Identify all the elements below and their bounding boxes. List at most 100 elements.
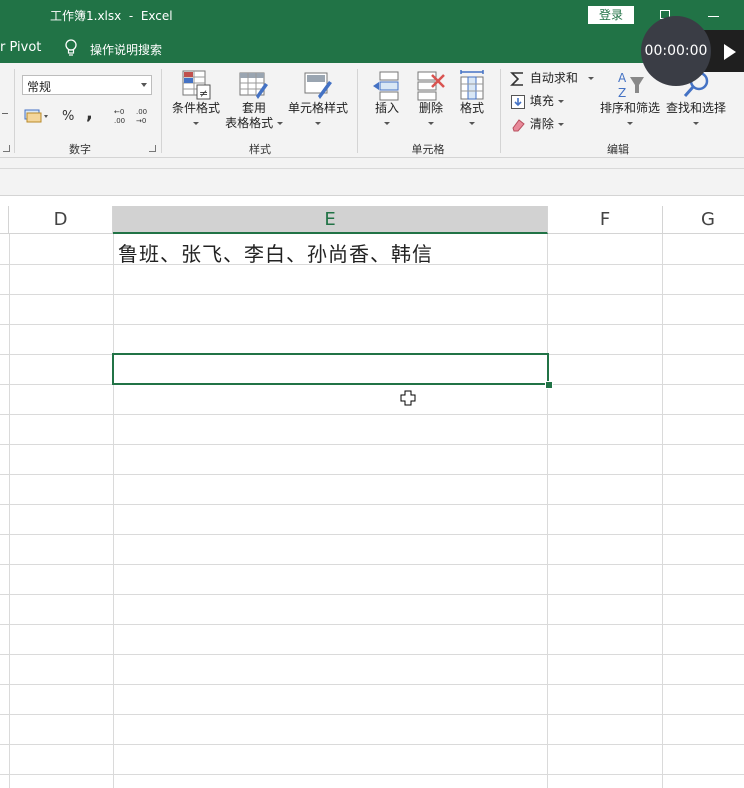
column-header-e[interactable]: E [113, 206, 548, 234]
autosum-button[interactable]: 自动求和 [510, 69, 594, 89]
gridline-horizontal [0, 534, 744, 535]
gridline-horizontal [0, 474, 744, 475]
play-icon[interactable] [724, 44, 736, 60]
caret-down-icon [276, 122, 283, 125]
gridline-horizontal [0, 714, 744, 715]
currency-format-icon[interactable] [24, 107, 50, 125]
gridline-horizontal [0, 594, 744, 595]
insert-label: 插入 [374, 101, 399, 115]
format-label: 格式 [459, 101, 484, 115]
cell-styles-button[interactable]: 单元格样式 [286, 69, 350, 130]
cell-styles-icon [304, 72, 332, 99]
caret-down-icon [557, 123, 564, 126]
group-separator [14, 69, 15, 153]
active-cell-e5[interactable] [112, 353, 549, 385]
number-launcher-icon[interactable] [149, 145, 156, 152]
chevron-down-icon [141, 83, 147, 87]
gridline-horizontal [0, 414, 744, 415]
gridline-horizontal [0, 654, 744, 655]
sort-filter-icon: A Z [618, 71, 644, 100]
sigma-icon [510, 71, 523, 86]
find-select-label: 查找和选择 [665, 101, 726, 115]
caret-down-icon [693, 122, 699, 125]
alignment-launcher-icon[interactable] [3, 145, 10, 152]
svg-text:.00: .00 [136, 108, 147, 116]
gridline-horizontal [0, 624, 744, 625]
window-title: 工作簿1.xlsx - Excel [50, 9, 173, 23]
insert-cells-button[interactable]: 插入 [366, 69, 408, 130]
cell-styles-label: 单元格样式 [287, 101, 348, 115]
conditional-formatting-icon: ≠ [182, 70, 211, 100]
column-header-f[interactable]: F [548, 206, 663, 234]
fill-down-icon [511, 94, 525, 109]
editing-group-label: 编辑 [607, 143, 629, 156]
caret-down-icon [587, 77, 594, 80]
column-header-g[interactable]: G [663, 206, 744, 234]
svg-text:→0: →0 [136, 117, 146, 125]
insert-cells-icon [373, 71, 399, 101]
clear-label: 清除 [529, 117, 554, 131]
gridline-horizontal [0, 564, 744, 565]
caret-down-icon [193, 122, 199, 125]
percent-button[interactable]: % [62, 109, 74, 129]
tell-me-search[interactable]: 操作说明搜索 [90, 41, 162, 58]
gridline-horizontal [0, 774, 744, 775]
caret-down-icon [428, 122, 434, 125]
number-format-value: 常规 [27, 80, 52, 94]
gridline-horizontal [0, 324, 744, 325]
fill-handle[interactable] [545, 381, 553, 389]
column-header-row: D E F G [0, 206, 744, 234]
lightbulb-icon [65, 39, 77, 56]
format-as-table-text: 表格格式 [225, 116, 274, 130]
gridline-vertical [9, 234, 10, 788]
formula-bar-area [0, 158, 744, 196]
decrease-decimal-icon[interactable]: .00 →0 [134, 107, 152, 125]
format-as-table-label-1: 套用 [241, 101, 266, 115]
svg-text:.00: .00 [114, 117, 125, 125]
increase-decimal-icon[interactable]: ←0 .00 [112, 107, 130, 125]
column-header-partial[interactable] [0, 206, 9, 234]
svg-text:A: A [618, 71, 627, 85]
clear-button[interactable]: 清除 [510, 115, 564, 135]
tab-power-pivot[interactable]: r Pivot [0, 40, 41, 55]
title-bar: 工作簿1.xlsx - Excel 登录 [0, 0, 744, 33]
gridline-vertical [662, 234, 663, 788]
number-format-select[interactable]: 常规 [22, 75, 152, 95]
column-header-d[interactable]: D [9, 206, 113, 234]
worksheet-grid[interactable]: D E F G 鲁班、张飞、李白、孙尚香、韩信 [0, 206, 744, 788]
caret-down-icon [315, 122, 321, 125]
delete-cells-button[interactable]: 删除 [410, 69, 452, 130]
cell-e1[interactable]: 鲁班、张飞、李白、孙尚香、韩信 [118, 238, 433, 267]
group-separator [161, 69, 162, 153]
login-button[interactable]: 登录 [588, 6, 634, 24]
format-cells-button[interactable]: 格式 [452, 69, 492, 130]
number-group-label: 数字 [69, 143, 91, 156]
cells-group-label: 单元格 [411, 143, 445, 156]
conditional-formatting-button[interactable]: ≠ 条件格式 [168, 69, 224, 130]
format-cells-icon [460, 70, 484, 100]
group-separator [500, 69, 501, 153]
delete-cells-icon [417, 71, 445, 101]
conditional-formatting-label: 条件格式 [171, 101, 220, 115]
fill-label: 填充 [529, 94, 554, 108]
minimize-icon[interactable] [708, 16, 719, 17]
recording-timer: 00:00:00 [641, 16, 711, 86]
ribbon-tab-row: r Pivot 操作说明搜索 [0, 33, 744, 63]
format-as-table-button[interactable]: 套用 表格格式 [224, 69, 284, 131]
delete-label: 删除 [418, 101, 443, 115]
caret-down-icon [627, 122, 633, 125]
autosum-label: 自动求和 [529, 71, 578, 85]
svg-text:←0: ←0 [114, 108, 124, 116]
gridline-horizontal [0, 744, 744, 745]
comma-style-button[interactable]: , [86, 103, 93, 124]
gridline-vertical [547, 234, 548, 788]
fill-button[interactable]: 填充 [510, 92, 564, 112]
svg-text:≠: ≠ [199, 87, 208, 100]
gridline-horizontal [0, 294, 744, 295]
formula-bar-edge [0, 168, 744, 169]
styles-group-label: 样式 [249, 143, 271, 156]
eraser-icon [512, 118, 525, 131]
sort-filter-button[interactable]: A Z 排序和筛选 [598, 69, 662, 130]
format-as-table-label-2: 表格格式 [224, 116, 284, 131]
gridline-horizontal [0, 444, 744, 445]
